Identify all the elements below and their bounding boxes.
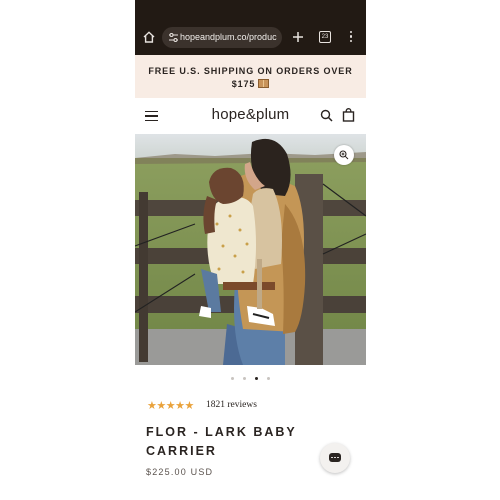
tune-icon[interactable] [168, 32, 179, 43]
tabs-icon[interactable]: 23 [319, 31, 331, 43]
gallery-dot[interactable] [267, 377, 270, 380]
product-price: $225.00 USD [146, 467, 214, 477]
gallery-dot[interactable] [255, 377, 258, 380]
url-text[interactable]: hopeandplum.co/produc [180, 32, 277, 42]
gallery-pagination [135, 377, 366, 383]
gallery-dot[interactable] [231, 377, 234, 380]
reviews-count[interactable]: 1821 reviews [206, 400, 257, 410]
chat-button[interactable] [320, 443, 350, 473]
browser-toolbar-row: hopeandplum.co/produc 23 [135, 26, 366, 50]
address-bar[interactable]: hopeandplum.co/produc [162, 27, 282, 48]
promo-banner: FREE U.S. SHIPPING ON ORDERS OVER $175 [135, 55, 366, 98]
package-icon [258, 79, 270, 88]
rating-stars: ★★★★★ [147, 400, 194, 412]
site-header: hope&plum [135, 98, 366, 134]
product-photo [135, 134, 366, 365]
shopping-bag-icon[interactable] [342, 108, 355, 122]
home-icon[interactable] [142, 30, 156, 44]
zoom-button[interactable] [334, 145, 354, 165]
product-image[interactable] [135, 134, 366, 365]
gallery-dot[interactable] [243, 377, 246, 380]
browser-toolbar: hopeandplum.co/produc 23 [135, 0, 366, 55]
chat-icon [329, 453, 341, 462]
more-vert-icon[interactable] [347, 31, 355, 45]
promo-text: FREE U.S. SHIPPING ON ORDERS OVER $175 [148, 66, 353, 89]
mobile-browser-viewport: hopeandplum.co/produc 23 FREE U.S. SHIPP… [135, 0, 366, 500]
plus-icon[interactable] [291, 30, 305, 44]
search-icon[interactable] [320, 109, 333, 122]
product-title: FLOR - LARK BABY CARRIER [146, 425, 297, 458]
zoom-icon [339, 150, 349, 160]
